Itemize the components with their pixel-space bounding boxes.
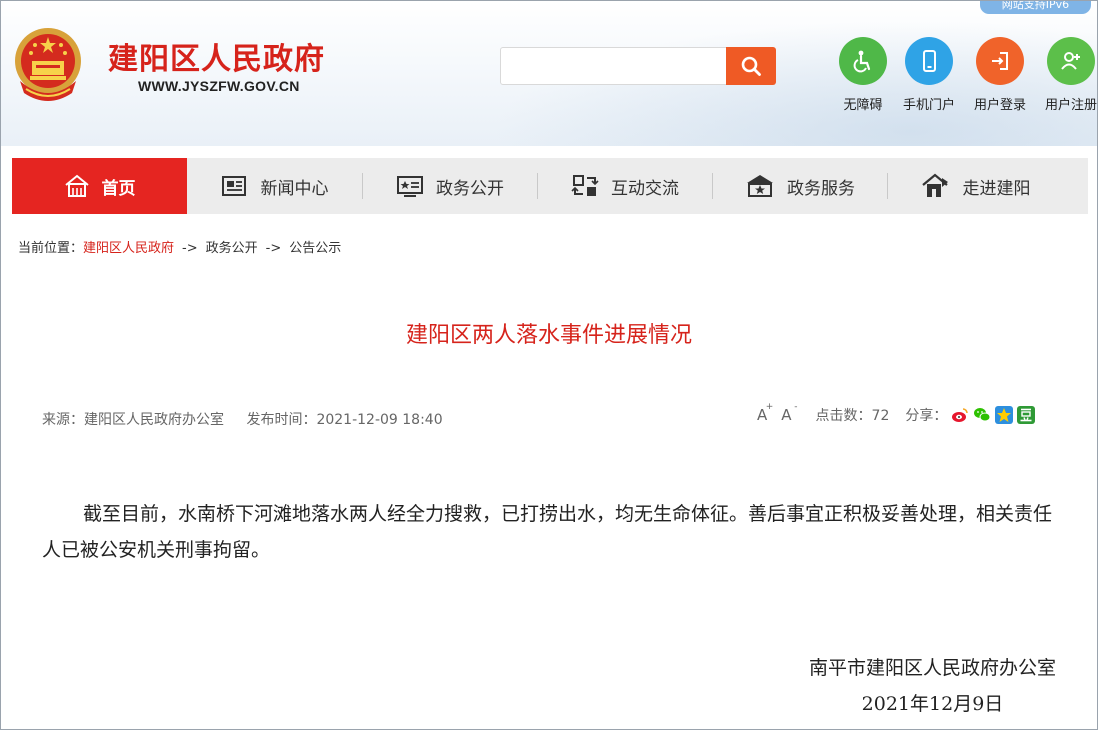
breadcrumb-separator: -> — [265, 241, 282, 256]
site-header: 建阳区人民政府 WWW.JYSZFW.GOV.CN 网站支持IPv6 无障碍 手… — [1, 1, 1097, 146]
site-url: WWW.JYSZFW.GOV.CN — [138, 78, 300, 94]
article-body: 截至目前，水南桥下河滩地落水两人经全力搜救，已打捞出水，均无生命体征。善后事宜正… — [42, 503, 1053, 561]
article-meta: 来源：建阳区人民政府办公室 发布时间：2021-12-09 18:40 — [42, 409, 443, 429]
ipv6-badge: 网站支持IPv6 — [980, 1, 1091, 14]
signature-org: 南平市建阳区人民政府办公室 — [808, 657, 1056, 679]
breadcrumb-link-gov-open[interactable]: 政务公开 — [206, 241, 258, 256]
mobile-icon — [923, 50, 936, 72]
about-icon — [921, 173, 948, 197]
gov-open-icon — [397, 176, 423, 197]
nav-item-label: 首页 — [101, 178, 136, 199]
font-increase-button[interactable]: A + — [757, 402, 773, 424]
douban-icon[interactable] — [1017, 406, 1036, 424]
main-nav: 首页 新闻中心 政务公开 互动交流 政务服务 走进建阳 — [12, 158, 1088, 214]
article-source: 来源：建阳区人民政府办公室 — [42, 412, 224, 428]
accessibility-icon — [853, 50, 871, 73]
search-button[interactable] — [726, 47, 776, 85]
font-decrease-label: A — [781, 406, 792, 424]
article-tools: A + A- 点击数：72 分享： — [757, 402, 1036, 425]
breadcrumb: 当前位置：建阳区人民政府 -> 政务公开 -> 公告公示 — [18, 237, 341, 256]
mobile-portal-tool[interactable]: 手机门户 — [896, 37, 962, 113]
user-login-tool[interactable]: 用户登录 — [967, 37, 1033, 113]
breadcrumb-link-notice[interactable]: 公告公示 — [289, 241, 341, 256]
nav-item-service[interactable]: 政务服务 — [713, 158, 887, 214]
user-register-label: 用户注册 — [1044, 98, 1097, 113]
accessibility-label: 无障碍 — [843, 98, 883, 113]
qzone-icon[interactable] — [995, 406, 1014, 424]
service-icon — [747, 175, 773, 197]
breadcrumb-link-home[interactable]: 建阳区人民政府 — [83, 241, 174, 256]
nav-item-label: 互动交流 — [611, 178, 679, 199]
news-icon — [221, 176, 246, 196]
wechat-icon[interactable] — [973, 406, 992, 424]
search-input[interactable] — [500, 47, 727, 85]
user-register-tool[interactable]: 用户注册 — [1038, 37, 1097, 113]
article-title: 建阳区两人落水事件进展情况 — [405, 323, 692, 348]
breadcrumb-separator: -> — [182, 241, 198, 256]
login-icon — [992, 52, 1008, 70]
register-icon — [1061, 52, 1080, 70]
national-emblem-logo — [15, 28, 81, 101]
interaction-icon — [571, 175, 599, 196]
nav-item-label: 政务服务 — [787, 178, 855, 199]
accessibility-tool[interactable]: 无障碍 — [830, 37, 896, 113]
nav-item-news[interactable]: 新闻中心 — [187, 158, 362, 214]
nav-item-about[interactable]: 走进建阳 — [888, 158, 1063, 214]
search-icon — [741, 56, 761, 76]
article-publish-time: 发布时间：2021-12-09 18:40 — [246, 412, 443, 428]
nav-item-label: 新闻中心 — [260, 178, 329, 199]
share-label: 分享： — [905, 408, 948, 424]
weibo-icon[interactable] — [951, 406, 970, 424]
home-icon — [64, 174, 89, 197]
mobile-portal-label: 手机门户 — [902, 98, 955, 113]
click-count: 点击数：72 — [815, 408, 890, 424]
user-login-label: 用户登录 — [973, 98, 1026, 113]
nav-item-gov-open[interactable]: 政务公开 — [363, 158, 537, 214]
nav-item-home[interactable]: 首页 — [12, 158, 187, 214]
site-name[interactable]: 建阳区人民政府 — [108, 34, 325, 78]
signature-date: 2021年12月9日 — [861, 693, 1004, 715]
nav-item-interaction[interactable]: 互动交流 — [538, 158, 712, 214]
breadcrumb-prefix: 当前位置： — [18, 241, 84, 256]
article-signature: 南平市建阳区人民政府办公室 2021年12月9日 — [809, 650, 1056, 722]
nav-item-label: 走进建阳 — [962, 178, 1031, 199]
font-decrease-button[interactable]: A- — [781, 402, 797, 424]
nav-item-label: 政务公开 — [436, 178, 504, 199]
